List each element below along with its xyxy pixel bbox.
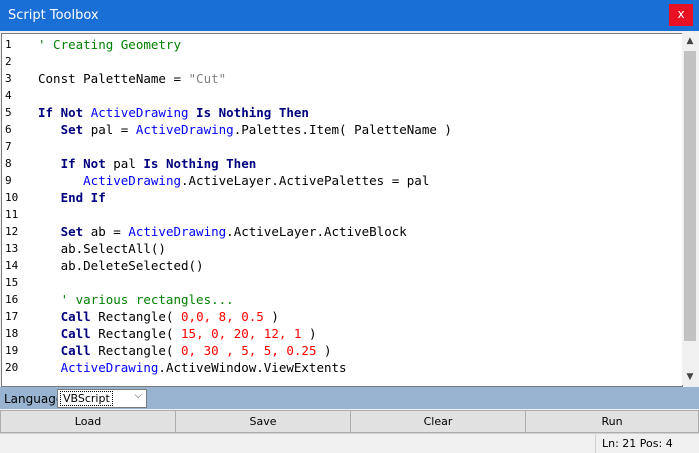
code-line: End If	[38, 189, 106, 206]
code-token: .ActiveWindow.ViewExtents	[158, 360, 347, 375]
code-token: End If	[38, 190, 106, 205]
language-selected-value: VBScript	[60, 391, 113, 406]
line-number: 9	[5, 174, 12, 187]
code-area[interactable]: ' Creating Geometry Const PaletteName = "…	[38, 34, 678, 386]
language-bar: Language VBScript ⌵	[0, 387, 699, 409]
code-line: ActiveDrawing.ActiveLayer.ActivePalettes…	[38, 172, 429, 189]
code-token: Rectangle(	[98, 326, 182, 341]
code-line: Call Rectangle( 15, 0, 20, 12, 1 )	[38, 325, 317, 342]
code-line: If Not ActiveDrawing Is Nothing Then	[38, 104, 309, 121]
code-token: ab.DeleteSelected()	[38, 258, 204, 273]
scroll-down-arrow-icon[interactable]: ▼	[682, 369, 698, 385]
code-token: 0, 30 , 5, 5, 0.25	[181, 343, 317, 358]
code-token: )	[301, 326, 317, 341]
code-token: )	[263, 309, 279, 324]
code-token: ActiveDrawing	[60, 360, 159, 375]
code-line: Call Rectangle( 0, 30 , 5, 5, 0.25 )	[38, 342, 332, 359]
code-token: If Not	[38, 156, 114, 171]
line-number: 3	[5, 72, 12, 85]
code-token: 15, 0, 20, 12, 1	[181, 326, 302, 341]
code-line: Call Rectangle( 0,0, 8, 0.5 )	[38, 308, 279, 325]
language-select[interactable]: VBScript ⌵	[57, 389, 147, 408]
window-title: Script Toolbox	[8, 8, 99, 23]
script-toolbox-window: Script Toolbox x 1 2 3 4 5 6 7 8 9 10 11 12 13 14 15 16…	[0, 0, 699, 453]
code-line: ' Creating Geometry	[38, 36, 181, 53]
code-token: ' Creating Geometry	[38, 37, 181, 52]
load-button[interactable]: Load	[0, 410, 176, 433]
code-token: pal =	[90, 122, 136, 137]
code-line: Const PaletteName = "Cut"	[38, 70, 226, 87]
code-token: Call	[38, 309, 99, 324]
line-number: 13	[5, 242, 19, 255]
line-number: 20	[5, 361, 19, 374]
line-number: 4	[5, 89, 12, 102]
language-label: Language	[4, 392, 64, 406]
code-token: .Palettes.Item( PaletteName )	[233, 122, 452, 137]
code-line: ab.DeleteSelected()	[38, 257, 204, 274]
line-number: 7	[5, 140, 12, 153]
code-token: Rectangle(	[98, 309, 182, 324]
code-token: pal	[113, 156, 144, 171]
code-token: .ActiveLayer.ActivePalettes = pal	[181, 173, 430, 188]
code-token: Is Nothing Then	[143, 156, 257, 171]
code-token: Set	[38, 122, 91, 137]
line-number: 17	[5, 310, 19, 323]
line-number: 14	[5, 259, 19, 272]
code-token: ActiveDrawing	[90, 105, 189, 120]
save-button[interactable]: Save	[175, 410, 351, 433]
code-token: ab.SelectAll()	[38, 241, 166, 256]
line-number: 15	[5, 276, 19, 289]
code-token: Rectangle(	[98, 343, 182, 358]
code-token: Const PaletteName =	[38, 71, 189, 86]
code-token: .ActiveLayer.ActiveBlock	[226, 224, 407, 239]
line-number: 6	[5, 123, 12, 136]
code-line: Set pal = ActiveDrawing.Palettes.Item( P…	[38, 121, 452, 138]
code-token: If Not	[38, 105, 91, 120]
line-number: 5	[5, 106, 12, 119]
vertical-scrollbar[interactable]: ▲ ▼	[682, 33, 698, 385]
line-number: 12	[5, 225, 19, 238]
code-token: Is Nothing Then	[188, 105, 309, 120]
code-token: ActiveDrawing	[128, 224, 227, 239]
chevron-down-icon[interactable]: ⌵	[134, 390, 142, 401]
line-number: 2	[5, 55, 12, 68]
code-token: ab =	[90, 224, 129, 239]
scroll-up-arrow-icon[interactable]: ▲	[682, 33, 698, 49]
code-token: 0,0, 8, 0.5	[181, 309, 264, 324]
status-bar: Ln: 21 Pos: 4	[0, 433, 699, 453]
title-bar: Script Toolbox x	[0, 0, 699, 31]
line-number: 10	[5, 191, 19, 204]
line-number: 8	[5, 157, 12, 170]
code-token: "Cut"	[188, 71, 227, 86]
code-line: ' various rectangles...	[38, 291, 234, 308]
code-line: ab.SelectAll()	[38, 240, 166, 257]
run-button[interactable]: Run	[525, 410, 699, 433]
code-line: Set ab = ActiveDrawing.ActiveLayer.Activ…	[38, 223, 407, 240]
code-line: If Not pal Is Nothing Then	[38, 155, 257, 172]
code-token: ActiveDrawing	[83, 173, 181, 188]
code-line: ActiveDrawing.ActiveWindow.ViewExtents	[38, 359, 347, 376]
code-token: Set	[38, 224, 91, 239]
code-editor[interactable]: 1 2 3 4 5 6 7 8 9 10 11 12 13 14 15 16 17 18 19 20 ' Creati…	[1, 33, 683, 387]
line-number: 19	[5, 344, 19, 357]
code-token: ActiveDrawing	[135, 122, 234, 137]
line-number: 18	[5, 327, 19, 340]
line-number: 1	[5, 38, 12, 51]
line-number: 11	[5, 208, 19, 221]
scrollbar-thumb[interactable]	[684, 51, 696, 341]
code-token: )	[316, 343, 332, 358]
line-number-gutter: 1 2 3 4 5 6 7 8 9 10 11 12 13 14 15 16 17 18 19 20	[2, 34, 30, 386]
button-row: Load Save Clear Run	[0, 410, 699, 433]
clear-button[interactable]: Clear	[350, 410, 526, 433]
cursor-position: Ln: 21 Pos: 4	[595, 434, 673, 453]
close-button[interactable]: x	[669, 4, 693, 26]
line-number: 16	[5, 293, 19, 306]
code-token: Call	[38, 326, 99, 341]
code-token: ' various rectangles...	[38, 292, 234, 307]
code-token: Call	[38, 343, 99, 358]
